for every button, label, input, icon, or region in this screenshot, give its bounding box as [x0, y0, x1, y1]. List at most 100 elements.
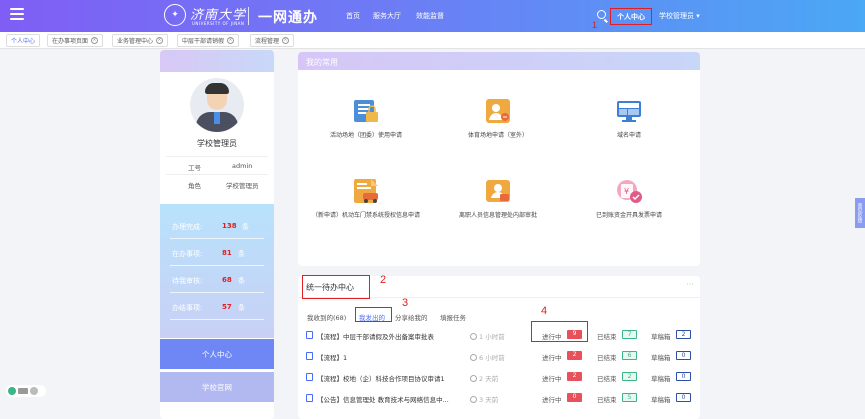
- in-progress-badge[interactable]: 0: [567, 393, 582, 402]
- in-progress-badge[interactable]: 2: [567, 372, 582, 381]
- nav-service-hall[interactable]: 服务大厅: [373, 11, 401, 21]
- tab-bar: 个人中心 在办事项页面 × 业务管理中心 × 中层干部请销假 × 流程管理 ×: [0, 32, 865, 49]
- app-venue-booking[interactable]: 活动场地（团委）使用申请: [311, 96, 421, 140]
- document-icon: [306, 373, 313, 381]
- menu-school-website[interactable]: 学校官网: [160, 372, 274, 402]
- draft-badge[interactable]: 2: [676, 330, 691, 339]
- annotation-box-2: [302, 275, 370, 299]
- draft-badge[interactable]: 0: [676, 393, 691, 402]
- admin-user-menu[interactable]: 学校管理员 ▾: [659, 11, 700, 21]
- tab-process-management[interactable]: 流程管理 ×: [250, 34, 295, 47]
- document-icon: [306, 394, 313, 402]
- in-progress-label: 进行中: [542, 354, 562, 362]
- time-text: 6 小时前: [479, 354, 505, 362]
- annotation-2: 2: [380, 274, 387, 286]
- draft-label: 草稿箱: [651, 354, 671, 362]
- in-progress-label: 进行中: [542, 333, 562, 341]
- todo-row-title[interactable]: 【流程】中层干部请假及外出备案审批表: [317, 331, 434, 341]
- tab-label: 业务管理中心: [117, 38, 154, 45]
- settings-dot-icon[interactable]: [30, 387, 38, 395]
- monitor-icon: [614, 96, 644, 126]
- clock-icon: [470, 354, 477, 361]
- row-value: admin: [232, 162, 253, 170]
- more-icon[interactable]: ···: [686, 280, 694, 289]
- draft-badge[interactable]: 0: [676, 372, 691, 381]
- document-icon: [306, 331, 313, 339]
- stat-awaiting-review[interactable]: 待我审核: 68 条: [170, 266, 264, 293]
- done-label: 已结束: [597, 354, 617, 362]
- todo-row-time: 2 天前: [470, 373, 498, 383]
- in-progress-badge[interactable]: 9: [567, 330, 582, 339]
- keyboard-icon[interactable]: [18, 388, 28, 394]
- in-progress-badge[interactable]: 2: [567, 351, 582, 360]
- done-badge[interactable]: 7: [622, 330, 637, 339]
- row-label: 工号: [188, 164, 201, 172]
- draft-label: 草稿箱: [651, 375, 671, 383]
- nav-home[interactable]: 首页: [346, 11, 360, 21]
- app-label: （新申请）机动车门禁系统授权信息申请: [311, 212, 420, 219]
- done-badge[interactable]: 6: [622, 351, 637, 360]
- app-resigned-staff[interactable]: 离职人员信息管理处内部审批: [443, 176, 553, 220]
- filter-received[interactable]: 我收到的(68): [307, 312, 346, 322]
- tab-personal-center[interactable]: 个人中心: [6, 34, 41, 47]
- stat-completed[interactable]: 办理完成: 138 条: [170, 212, 264, 239]
- tab-label: 在办事项页面: [52, 38, 89, 45]
- tab-pending-items[interactable]: 在办事项页面 ×: [47, 34, 104, 47]
- done-label: 已结束: [597, 333, 617, 341]
- annotation-4: 4: [541, 305, 548, 317]
- profile-panel: 学校管理员 工号 admin 角色 学校管理员 办理完成: 138 条 在办事项: 8…: [160, 50, 274, 419]
- todo-row-title[interactable]: 【公告】信息管理处 教育技术与网络信息中...: [317, 394, 449, 404]
- annotation-1: 1: [592, 20, 598, 30]
- personal-center-button[interactable]: 个人中心: [610, 8, 652, 25]
- done-badge[interactable]: 5: [622, 393, 637, 402]
- app-vehicle-access[interactable]: （新申请）机动车门禁系统授权信息申请: [311, 176, 421, 220]
- stat-unit: 条: [238, 304, 245, 312]
- tab-leave-request[interactable]: 中层干部请销假 ×: [177, 34, 240, 47]
- menu-personal-center[interactable]: 个人中心: [160, 339, 274, 369]
- stat-unit: 条: [238, 250, 245, 258]
- todo-row-title[interactable]: 【流程】校地（企）科技合作项目协议审请1: [317, 373, 445, 383]
- filter-shared[interactable]: 分享给我的: [395, 312, 428, 322]
- tab-label: 流程管理: [255, 38, 280, 45]
- stat-value: 68: [222, 276, 232, 284]
- tab-label: 个人中心: [11, 38, 36, 45]
- todo-row-time: 1 小时前: [470, 331, 505, 341]
- app-sports-field[interactable]: 体育场地申请（室外）: [443, 96, 553, 140]
- search-icon[interactable]: [597, 10, 606, 19]
- feedback-float-tab[interactable]: 意见反馈: [855, 198, 865, 228]
- clock-icon: [470, 333, 477, 340]
- hamburger-menu-icon[interactable]: [10, 8, 24, 22]
- close-icon[interactable]: ×: [282, 37, 290, 44]
- svg-text:¥: ¥: [624, 187, 629, 196]
- close-icon[interactable]: ×: [227, 37, 235, 44]
- close-icon[interactable]: ×: [91, 37, 99, 44]
- app-label: 离职人员信息管理处内部审批: [458, 212, 537, 219]
- annotation-box-3: [355, 307, 392, 322]
- app-domain-request[interactable]: 域名申请: [574, 96, 684, 140]
- bottom-toolbar-widget[interactable]: [6, 385, 46, 397]
- filter-fill-task[interactable]: 填报任务: [440, 312, 466, 322]
- stat-in-progress[interactable]: 在办事项: 81 条: [170, 239, 264, 266]
- profile-name: 学校管理员: [197, 139, 237, 148]
- done-label: 已结束: [597, 396, 617, 404]
- done-badge[interactable]: 2: [622, 372, 637, 381]
- stat-label: 办结事项:: [172, 304, 203, 312]
- profile-row-id: 工号 admin: [166, 156, 268, 174]
- app-invoice-request[interactable]: ¥ 已到账资金开具发票申请: [574, 176, 684, 220]
- document-icon: [306, 352, 313, 360]
- draft-badge[interactable]: 0: [676, 351, 691, 360]
- stat-value: 138: [222, 222, 237, 230]
- tab-business-center[interactable]: 业务管理中心 ×: [112, 34, 169, 47]
- close-icon[interactable]: ×: [156, 37, 164, 44]
- todo-row-title[interactable]: 【流程】1: [317, 352, 347, 362]
- time-text: 1 小时前: [479, 333, 505, 341]
- stat-closed[interactable]: 办结事项: 57 条: [170, 293, 264, 320]
- top-bar: ✦ 济南大学 UNIVERSITY OF JINAN 一网通办 首页 服务大厅 …: [0, 0, 865, 32]
- app-title[interactable]: 一网通办: [258, 7, 318, 27]
- logo-divider: [248, 7, 249, 25]
- row-value: 学校管理员: [226, 182, 259, 190]
- time-text: 2 天前: [479, 375, 499, 383]
- status-dot-icon: [8, 387, 16, 395]
- done-label: 已结束: [597, 375, 617, 383]
- nav-efficiency[interactable]: 效能监督: [416, 11, 444, 21]
